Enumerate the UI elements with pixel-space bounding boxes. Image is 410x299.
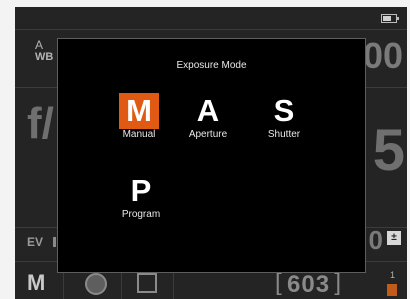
mode-label: Shutter <box>267 129 301 140</box>
mode-label: Manual <box>122 129 156 140</box>
mode-option-aperture[interactable]: A Aperture <box>176 93 240 140</box>
battery-icon <box>381 14 399 23</box>
mode-option-program[interactable]: P Program <box>109 173 173 220</box>
shutter-speed-readout: 00 <box>362 35 403 76</box>
wb-label: WB <box>35 51 54 63</box>
aperture-readout: f/ <box>27 99 54 148</box>
white-balance-indicator: A WB <box>35 39 53 63</box>
mode-option-shutter[interactable]: S Shutter <box>252 93 316 140</box>
dialog-title: Exposure Mode <box>176 60 247 71</box>
mode-label: Aperture <box>188 129 228 140</box>
right-readout: 0 <box>368 225 383 255</box>
mode-letter: S <box>273 93 295 128</box>
drive-mode-icon <box>137 273 157 293</box>
divider <box>15 29 407 30</box>
mode-letter: P <box>130 173 152 208</box>
shots-remaining: 603 <box>275 269 342 299</box>
record-icon <box>85 273 107 295</box>
mode-label: Program <box>121 209 161 220</box>
card-slot-number: 1 <box>389 270 395 280</box>
ev-label: EV <box>27 235 44 249</box>
mode-letter: A <box>196 93 220 128</box>
wb-mode-letter: A <box>35 38 44 52</box>
mode-letter: M <box>119 93 159 129</box>
mode-option-manual[interactable]: M Manual <box>107 93 171 140</box>
card-slot-icon <box>387 284 397 296</box>
exposure-mode-dialog: Exposure Mode M Manual A Aperture S Shut… <box>57 38 366 273</box>
exposure-value-readout: 5 <box>372 118 405 183</box>
exposure-compensation-icon: ± <box>387 231 401 245</box>
exposure-mode-indicator: M <box>27 270 46 295</box>
ev-scale-mark <box>53 237 56 247</box>
